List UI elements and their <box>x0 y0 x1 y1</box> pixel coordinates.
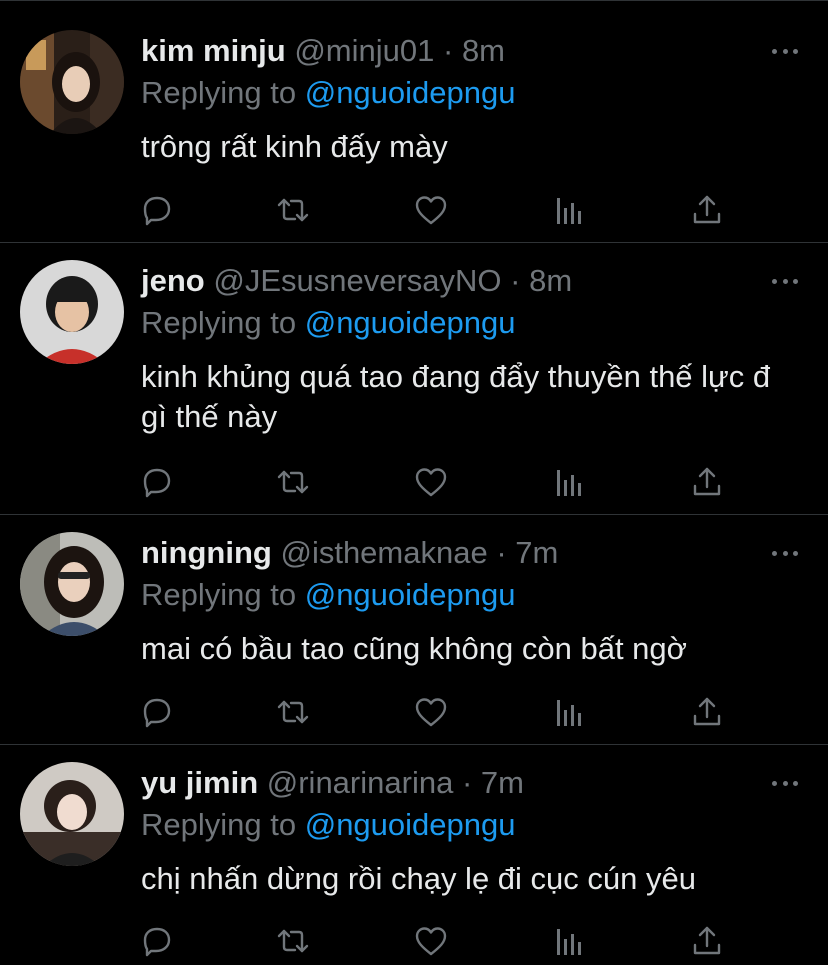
analytics-icon[interactable] <box>550 462 590 502</box>
tweet-text: chị nhấn dừng rồi chạy lẹ đi cục cún yêu <box>141 861 696 896</box>
replying-to: Replying to @nguoidepngu <box>141 305 515 341</box>
user-handle[interactable]: @rinarinarina <box>267 765 454 800</box>
user-handle[interactable]: @JEsusneversayNO <box>213 263 501 298</box>
user-handle[interactable]: @isthemaknae <box>280 535 487 570</box>
replying-to: Replying to @nguoidepngu <box>141 577 515 613</box>
analytics-icon[interactable] <box>550 921 590 961</box>
analytics-icon[interactable] <box>550 190 590 230</box>
retweet-icon[interactable] <box>273 692 313 732</box>
tweet-actions <box>0 921 828 961</box>
replying-label: Replying to <box>141 807 297 842</box>
separator-dot: · <box>496 535 507 570</box>
tweet-header: kim minju @minju01 · 8m <box>141 33 505 69</box>
tweet-text: mai có bầu tao cũng không còn bất ngờ <box>141 631 687 666</box>
share-icon[interactable] <box>687 462 727 502</box>
display-name[interactable]: jeno <box>141 263 205 298</box>
avatar[interactable] <box>20 532 124 636</box>
reply-mention-link[interactable]: @nguoidepngu <box>305 807 516 842</box>
retweet-icon[interactable] <box>273 921 313 961</box>
separator-dot: · <box>461 765 473 800</box>
reply-mention-link[interactable]: @nguoidepngu <box>305 75 516 110</box>
avatar[interactable] <box>20 30 124 134</box>
tweet-actions <box>0 190 828 230</box>
reply-mention-link[interactable]: @nguoidepngu <box>305 305 516 340</box>
like-icon[interactable] <box>411 692 451 732</box>
tweet-text: kinh khủng quá tao đang đẩy thuyền thế l… <box>141 359 771 434</box>
display-name[interactable]: yu jimin <box>141 765 258 800</box>
reply-icon[interactable] <box>137 462 177 502</box>
display-name[interactable]: ningning <box>141 535 272 570</box>
share-icon[interactable] <box>687 921 727 961</box>
user-handle[interactable]: @minju01 <box>294 33 434 68</box>
more-options-icon[interactable] <box>772 276 798 286</box>
tweet-actions <box>0 692 828 732</box>
display-name[interactable]: kim minju <box>141 33 286 68</box>
reply-icon[interactable] <box>137 190 177 230</box>
retweet-icon[interactable] <box>273 462 313 502</box>
timestamp[interactable]: 8m <box>529 263 572 298</box>
avatar[interactable] <box>20 762 124 866</box>
like-icon[interactable] <box>411 462 451 502</box>
separator-dot: · <box>510 263 521 298</box>
tweet-text: trông rất kinh đấy mày <box>141 129 448 164</box>
avatar[interactable] <box>20 260 124 364</box>
share-icon[interactable] <box>687 190 727 230</box>
analytics-icon[interactable] <box>550 692 590 732</box>
tweet-header: jeno @JEsusneversayNO · 8m <box>141 263 572 299</box>
replying-to: Replying to @nguoidepngu <box>141 807 515 843</box>
tweet-actions <box>0 462 828 502</box>
timestamp[interactable]: 8m <box>462 33 505 68</box>
tweet-jeno[interactable]: jeno @JEsusneversayNO · 8m Replying to @… <box>0 243 828 515</box>
replying-label: Replying to <box>141 577 297 612</box>
timestamp[interactable]: 7m <box>481 765 524 800</box>
more-options-icon[interactable] <box>772 548 798 558</box>
retweet-icon[interactable] <box>273 190 313 230</box>
tweet-header: ningning @isthemaknae · 7m <box>141 535 558 571</box>
timestamp[interactable]: 7m <box>515 535 558 570</box>
reply-icon[interactable] <box>137 921 177 961</box>
share-icon[interactable] <box>687 692 727 732</box>
tweet-kim-minju[interactable]: kim minju @minju01 · 8m Replying to @ngu… <box>0 1 828 243</box>
like-icon[interactable] <box>411 921 451 961</box>
more-options-icon[interactable] <box>772 46 798 56</box>
replying-label: Replying to <box>141 305 297 340</box>
tweet-ningning[interactable]: ningning @isthemaknae · 7m Replying to @… <box>0 515 828 745</box>
tweet-yu-jimin[interactable]: yu jimin @rinarinarina · 7m Replying to … <box>0 745 828 965</box>
replying-to: Replying to @nguoidepngu <box>141 75 515 111</box>
like-icon[interactable] <box>411 190 451 230</box>
tweet-header: yu jimin @rinarinarina · 7m <box>141 765 524 801</box>
separator-dot: · <box>442 33 454 68</box>
reply-mention-link[interactable]: @nguoidepngu <box>305 577 516 612</box>
replying-label: Replying to <box>141 75 297 110</box>
more-options-icon[interactable] <box>772 778 798 788</box>
reply-icon[interactable] <box>137 692 177 732</box>
